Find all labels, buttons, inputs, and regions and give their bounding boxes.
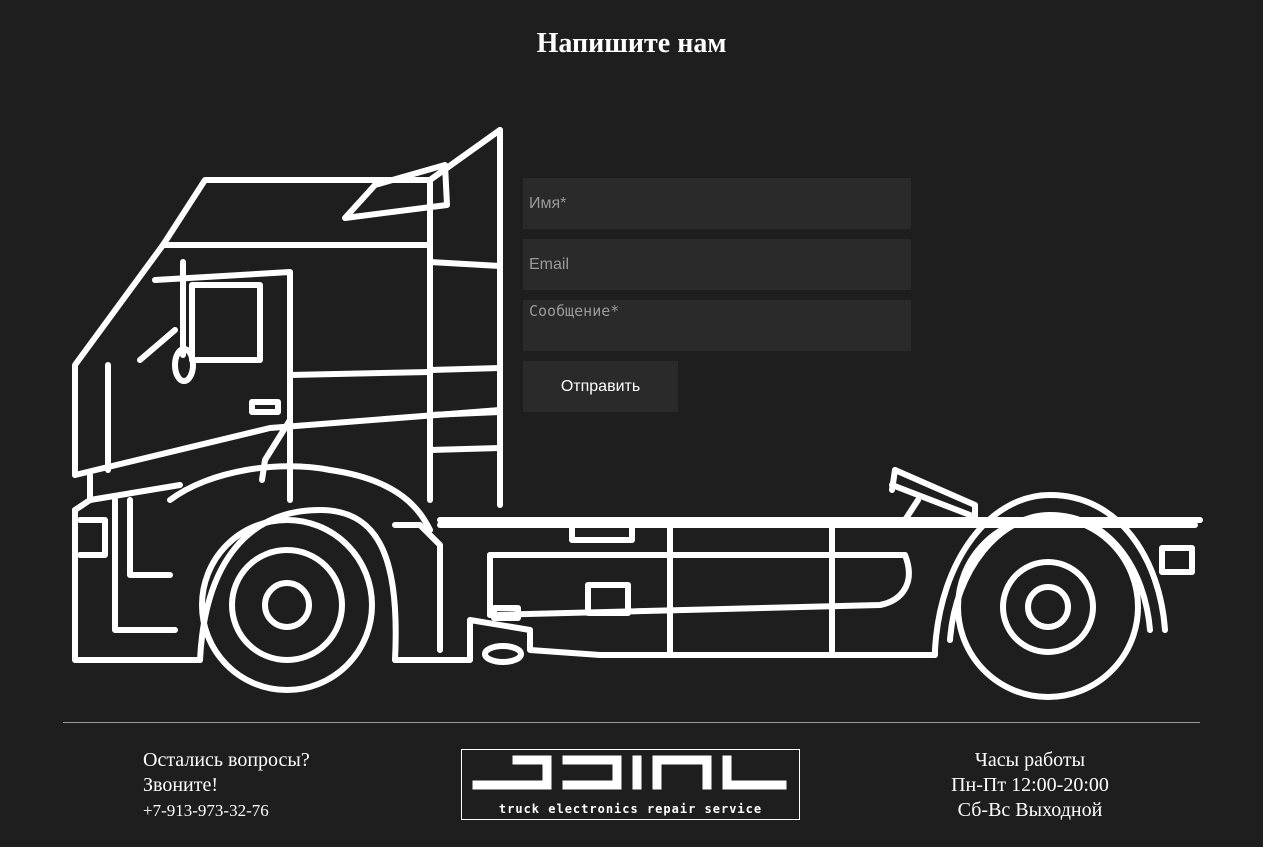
hours-title: Часы работы	[974, 749, 1086, 771]
phone-link[interactable]: +7-913-973-32-76	[143, 798, 310, 823]
contact-question: Остались вопросы?	[143, 749, 310, 771]
logo-tagline: truck electronics repair service	[498, 802, 763, 816]
hours-weekdays: Пн-Пт 12:00-20:00	[951, 774, 1109, 796]
contact-call: Звоните!	[143, 774, 219, 796]
message-field[interactable]	[523, 300, 911, 351]
contact-form: Отправить	[523, 178, 911, 412]
footer-contact: Остались вопросы? Звоните! +7-913-973-32…	[143, 748, 310, 823]
email-field[interactable]	[523, 239, 911, 290]
company-logo[interactable]: truck electronics repair service	[461, 749, 800, 820]
footer-divider	[63, 722, 1200, 723]
name-field[interactable]	[523, 178, 911, 229]
submit-button[interactable]: Отправить	[523, 361, 678, 412]
working-hours: Часы работы Пн-Пт 12:00-20:00 Сб-Вс Выхо…	[930, 748, 1130, 823]
hours-weekend: Сб-Вс Выходной	[957, 799, 1103, 821]
